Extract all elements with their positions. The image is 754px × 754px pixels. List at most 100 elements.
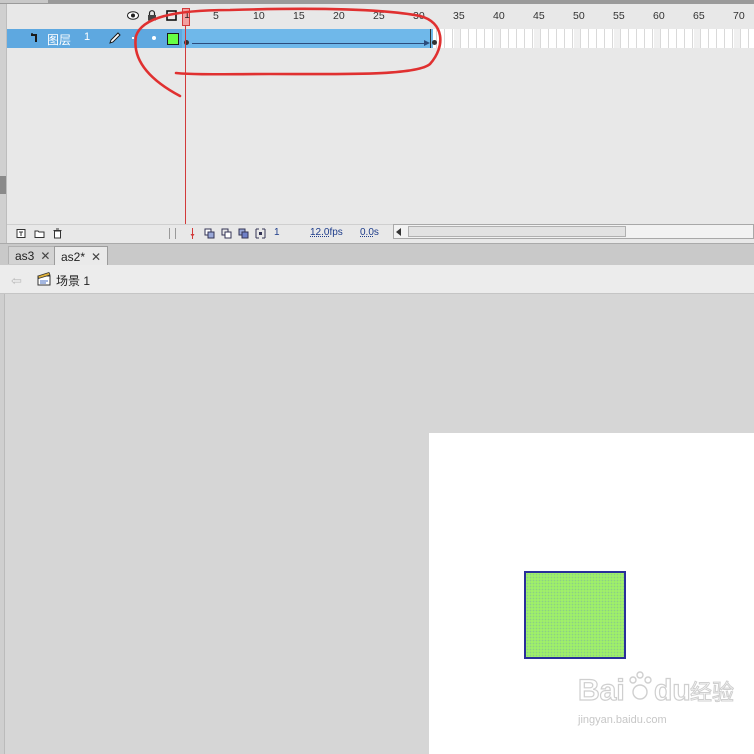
shape-fill [526, 573, 624, 657]
close-icon[interactable]: ✕ [40, 249, 50, 263]
frame-cell[interactable] [750, 29, 754, 48]
frame-cell[interactable] [486, 29, 493, 48]
frame-cell[interactable] [598, 29, 605, 48]
modify-markers-icon[interactable] [255, 228, 266, 239]
tab-label: as3 [15, 248, 35, 263]
onion-skin-icon[interactable] [204, 228, 215, 239]
motion-tween-line [192, 43, 428, 44]
ruler-tick: 65 [693, 10, 705, 22]
frame-cell[interactable] [518, 29, 525, 48]
current-frame-readout[interactable]: 1 [274, 227, 280, 238]
ruler-tick: 25 [373, 10, 385, 22]
ruler-tick: 40 [493, 10, 505, 22]
frame-cell[interactable] [534, 29, 541, 48]
visibility-state-dot[interactable] [152, 36, 156, 40]
new-folder-icon[interactable] [34, 228, 45, 239]
frame-cell[interactable] [734, 29, 741, 48]
edit-multiple-frames-icon[interactable] [238, 228, 249, 239]
scene-name[interactable]: 场景 1 [56, 272, 90, 289]
layer-type-icon [31, 33, 37, 42]
frame-cell[interactable] [694, 29, 701, 48]
playhead-frame-number: 1 [184, 10, 190, 21]
ruler-tick: 50 [573, 10, 585, 22]
trash-icon[interactable] [52, 228, 63, 239]
frame-cell[interactable] [566, 29, 573, 48]
selected-rectangle-shape[interactable] [524, 571, 626, 659]
frame-cell[interactable] [454, 29, 461, 48]
frame-cell[interactable] [622, 29, 629, 48]
frame-cell[interactable] [718, 29, 725, 48]
frame-cell[interactable] [470, 29, 477, 48]
frame-cell[interactable] [550, 29, 557, 48]
frame-cell[interactable] [446, 29, 453, 48]
frame-rate-readout[interactable]: 12.0fps [310, 227, 343, 238]
frame-cell[interactable] [502, 29, 509, 48]
frame-cell[interactable] [742, 29, 749, 48]
playhead-handle[interactable]: 1 [182, 8, 190, 26]
keyframe-end[interactable] [432, 40, 437, 45]
frame-ruler[interactable]: 5 10 15 20 25 30 35 40 45 50 55 60 65 70 [182, 8, 754, 26]
ruler-tick: 35 [453, 10, 465, 22]
layer-number: 1 [84, 31, 91, 43]
timeline-horizontal-scrollbar[interactable] [393, 224, 754, 239]
ruler-tick: 60 [653, 10, 665, 22]
ruler-tick: 45 [533, 10, 545, 22]
frame-cell[interactable] [478, 29, 485, 48]
frame-cell[interactable] [646, 29, 653, 48]
ruler-tick: 20 [333, 10, 345, 22]
frame-cell[interactable] [678, 29, 685, 48]
layer-name[interactable]: 图层 [47, 31, 71, 48]
frame-cell[interactable] [510, 29, 517, 48]
frame-cell[interactable] [606, 29, 613, 48]
elapsed-value: 0.0 [360, 227, 374, 238]
outline-toggle-icon[interactable] [164, 8, 178, 22]
frame-cell[interactable] [494, 29, 501, 48]
onion-skin-outlines-icon[interactable] [221, 228, 232, 239]
layer-row-header[interactable]: 图层 1 [7, 29, 182, 48]
frame-cell[interactable] [614, 29, 621, 48]
frame-cell[interactable] [662, 29, 669, 48]
ruler-tick: 30 [413, 10, 425, 22]
elapsed-time-readout[interactable]: 0.0s [360, 227, 379, 238]
frame-cell[interactable] [710, 29, 717, 48]
frame-cell[interactable] [654, 29, 661, 48]
lock-icon[interactable] [145, 8, 159, 22]
frame-cell[interactable] [558, 29, 565, 48]
scroll-left-arrow-icon[interactable] [396, 228, 401, 236]
ruler-tick: 5 [213, 10, 219, 22]
keyframe-end-divider [430, 29, 431, 48]
frame-cell[interactable] [702, 29, 709, 48]
frame-cell[interactable] [438, 29, 445, 48]
panel-resize-handle[interactable] [0, 176, 6, 194]
ruler-tick: 10 [253, 10, 265, 22]
new-layer-icon[interactable] [16, 228, 27, 239]
eye-icon[interactable] [126, 8, 140, 22]
frame-cell[interactable] [590, 29, 597, 48]
close-icon[interactable]: ✕ [91, 250, 101, 264]
frame-span-selection[interactable] [182, 29, 433, 48]
frame-cell[interactable] [582, 29, 589, 48]
frame-cell[interactable] [462, 29, 469, 48]
frame-cell[interactable] [574, 29, 581, 48]
playhead-line [185, 26, 186, 224]
frame-cell[interactable] [726, 29, 733, 48]
frame-rate-value: 12.0 [310, 227, 330, 238]
lock-state-dot[interactable] [132, 37, 134, 39]
clapperboard-icon [37, 272, 51, 286]
elapsed-unit: s [373, 227, 379, 238]
scrollbar-thumb[interactable] [408, 226, 626, 237]
frame-cell[interactable] [638, 29, 645, 48]
frame-cell[interactable] [630, 29, 637, 48]
panel-left-edge [0, 294, 5, 754]
back-arrow-icon[interactable]: ⇦ [11, 273, 22, 289]
center-frame-icon[interactable] [187, 228, 198, 239]
layer-outline-color-swatch[interactable] [167, 33, 179, 45]
tab-as2[interactable]: as2* ✕ [54, 246, 109, 266]
panel-tab-stub[interactable] [0, 0, 48, 3]
frame-cell[interactable] [670, 29, 677, 48]
frame-cell[interactable] [526, 29, 533, 48]
tab-as3[interactable]: as3 ✕ [8, 246, 58, 264]
frame-cell[interactable] [686, 29, 693, 48]
ruler-tick: 55 [613, 10, 625, 22]
frame-cell[interactable] [542, 29, 549, 48]
